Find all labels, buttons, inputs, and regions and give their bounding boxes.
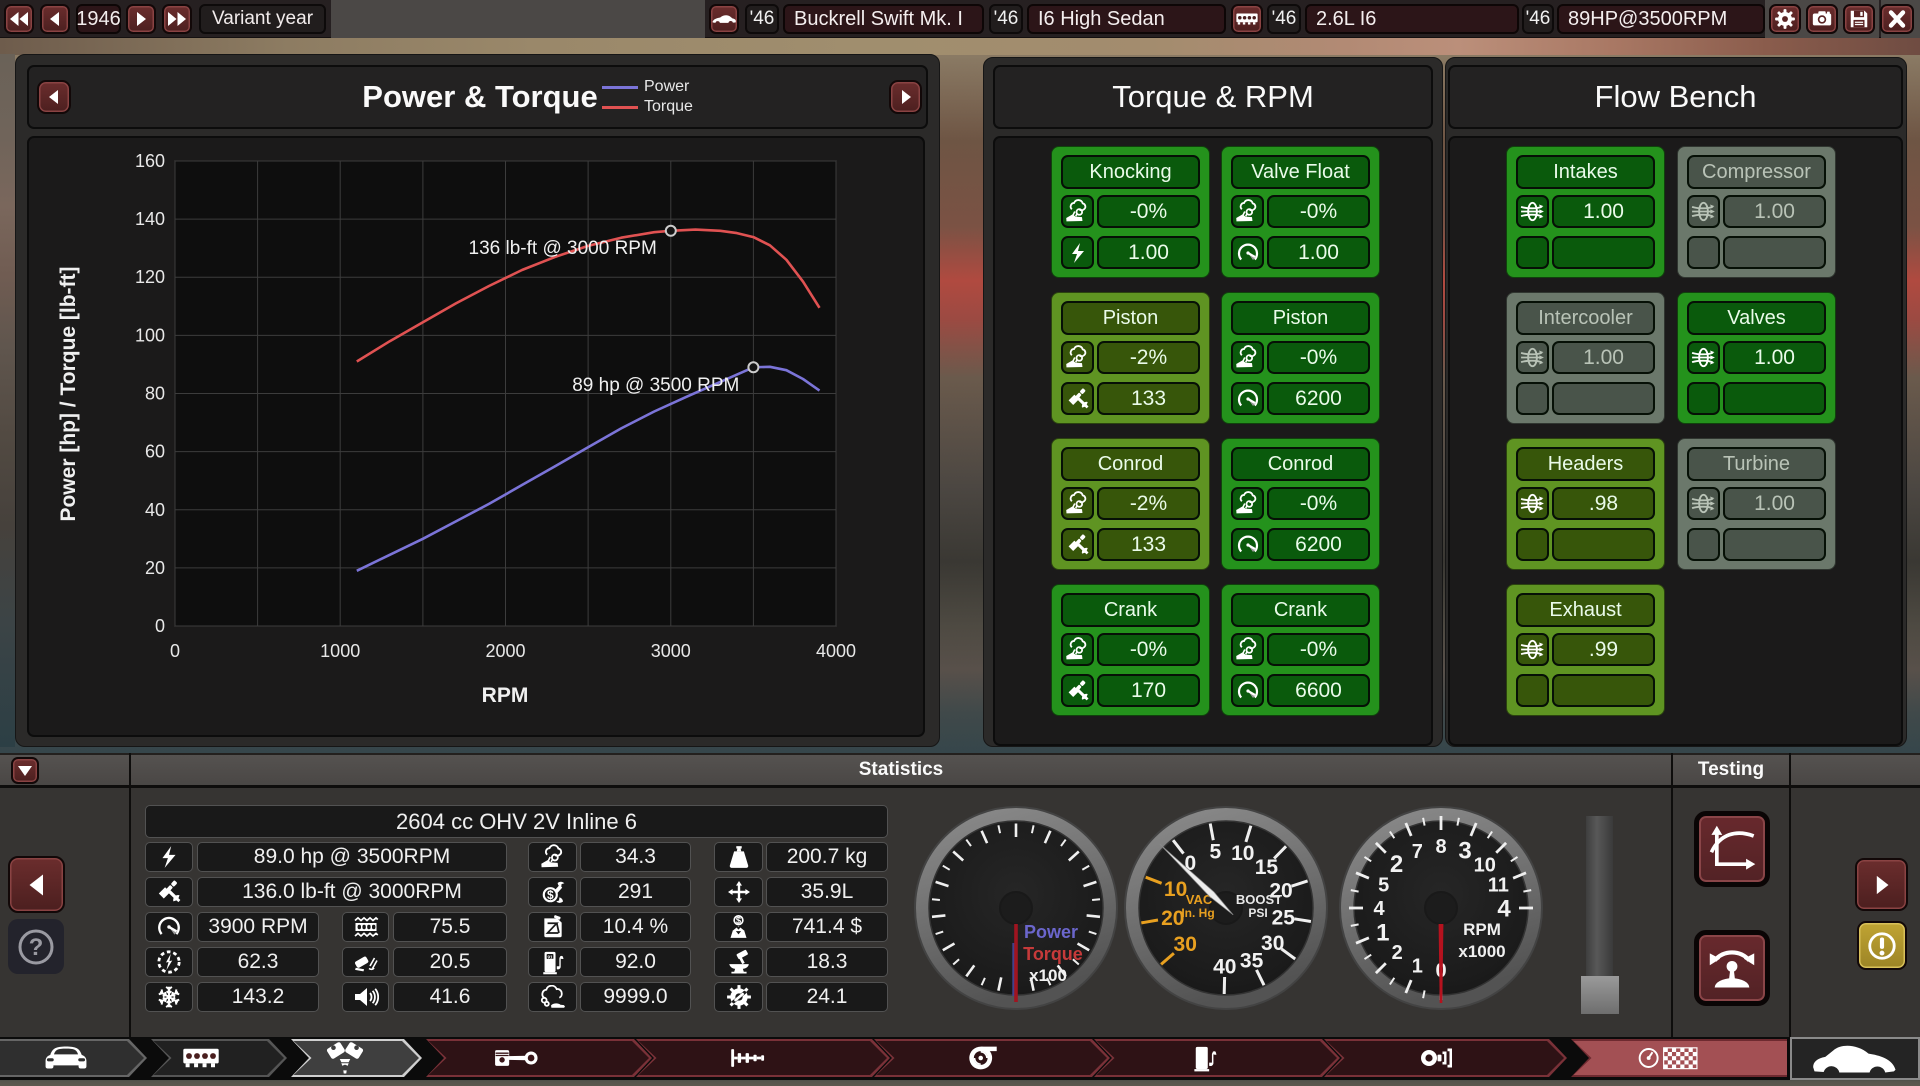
svg-text:2: 2	[1390, 851, 1403, 878]
svg-text:PSI: PSI	[1248, 906, 1267, 920]
svg-text:40: 40	[1213, 956, 1236, 979]
svg-text:3: 3	[1458, 837, 1471, 864]
svg-text:?: ?	[29, 934, 44, 961]
svg-text:136 lb-ft @ 3000 RPM: 136 lb-ft @ 3000 RPM	[469, 238, 657, 259]
svg-text:1: 1	[1412, 956, 1423, 978]
svg-text:100: 100	[135, 325, 165, 345]
svg-text:2000: 2000	[485, 641, 525, 661]
svg-text:0: 0	[170, 641, 180, 661]
svg-text:7: 7	[1412, 841, 1423, 863]
svg-text:RPM: RPM	[482, 684, 529, 707]
svg-text:160: 160	[135, 151, 165, 171]
svg-text:1: 1	[1376, 920, 1389, 947]
svg-text:$: $	[546, 888, 553, 902]
svg-text:120: 120	[135, 267, 165, 287]
svg-text:2: 2	[1392, 942, 1403, 964]
svg-text:5: 5	[1209, 841, 1221, 864]
svg-text:30: 30	[1261, 932, 1284, 955]
svg-text:3000: 3000	[651, 641, 691, 661]
svg-text:8: 8	[1435, 836, 1446, 858]
svg-text:x1000: x1000	[1458, 942, 1505, 961]
svg-text:35: 35	[1240, 950, 1264, 973]
svg-text:0: 0	[155, 616, 165, 636]
svg-text:140: 140	[135, 209, 165, 229]
svg-text:x100: x100	[1029, 966, 1067, 985]
svg-text:BOOST: BOOST	[1236, 892, 1282, 907]
svg-text:$: $	[736, 915, 742, 925]
svg-text:Power [hp] / Torque [lb-ft]: Power [hp] / Torque [lb-ft]	[57, 266, 80, 521]
svg-text:25: 25	[1272, 907, 1296, 930]
svg-text:Power: Power	[1024, 922, 1078, 942]
svg-text:40: 40	[145, 500, 165, 520]
svg-text:91: 91	[547, 954, 553, 959]
svg-text:15: 15	[1255, 856, 1279, 879]
svg-text:20: 20	[145, 558, 165, 578]
svg-text:80: 80	[145, 384, 165, 404]
svg-text:10: 10	[1231, 842, 1254, 865]
svg-text:10: 10	[1164, 878, 1187, 901]
svg-text:60: 60	[145, 442, 165, 462]
svg-text:1000: 1000	[320, 641, 360, 661]
svg-text:4: 4	[1373, 898, 1385, 920]
svg-text:In. Hg: In. Hg	[1181, 906, 1214, 920]
svg-text:30: 30	[1174, 933, 1197, 956]
svg-text:11: 11	[1488, 875, 1509, 897]
svg-text:RPM: RPM	[1463, 920, 1501, 939]
svg-text:89 hp @ 3500 RPM: 89 hp @ 3500 RPM	[572, 375, 739, 396]
svg-text:4: 4	[1497, 896, 1511, 923]
svg-text:5: 5	[1378, 875, 1389, 897]
svg-text:Torque: Torque	[1023, 944, 1083, 964]
svg-text:4000: 4000	[816, 641, 856, 661]
svg-text:10: 10	[1474, 854, 1496, 876]
